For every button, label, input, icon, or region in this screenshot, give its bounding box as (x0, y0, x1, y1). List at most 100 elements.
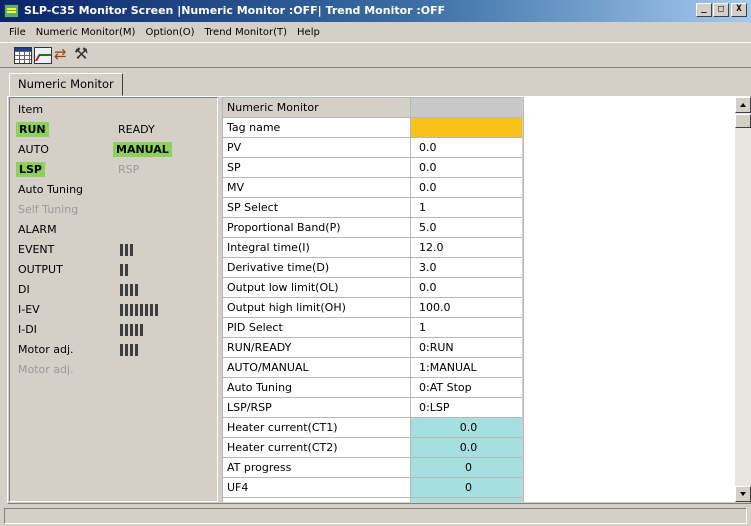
status-label: OUTPUT (18, 263, 63, 276)
table-row[interactable]: Integral time(I) 12.0 (222, 237, 522, 258)
scroll-up-button[interactable] (735, 97, 751, 113)
parameter-name: SP Select (222, 197, 411, 218)
parameter-value[interactable]: 1 (410, 317, 522, 338)
status-row: Motor adj. (10, 360, 215, 380)
table-row[interactable]: Auto Tuning 0:AT Stop (222, 377, 522, 398)
parameter-value[interactable]: 0:RUN (410, 337, 522, 358)
scroll-down-button[interactable] (735, 486, 751, 502)
bit-bar (125, 264, 128, 276)
parameter-name: RUN/READY (222, 337, 411, 358)
bit-bar (130, 244, 133, 256)
minimize-button[interactable]: _ (696, 3, 712, 17)
tab-numeric-monitor[interactable]: Numeric Monitor (9, 73, 123, 96)
menu-file[interactable]: File (4, 27, 31, 38)
status-label: RUN (16, 122, 49, 137)
table-row[interactable]: LSP/RSP 0:LSP (222, 397, 522, 418)
menu-bar: File Numeric Monitor(M) Option(O) Trend … (0, 22, 751, 42)
bit-bar (130, 304, 133, 316)
parameter-value[interactable]: 3.0 (410, 257, 522, 278)
parameter-value[interactable]: 0.0 (410, 137, 522, 158)
maximize-button[interactable]: □ (713, 3, 729, 17)
table-row[interactable]: Output high limit(OH) 100.0 (222, 297, 522, 318)
status-row: DI (10, 280, 215, 300)
table-row[interactable]: SP Select 1 (222, 197, 522, 218)
scroll-thumb[interactable] (735, 114, 751, 128)
parameter-value[interactable]: 0.0 (410, 417, 522, 438)
toolbar (0, 42, 751, 68)
parameter-value[interactable]: 0 (410, 457, 522, 478)
table-row[interactable]: PV 0.0 (222, 137, 522, 158)
tools-icon[interactable] (74, 44, 92, 64)
numeric-monitor-grid: Numeric Monitor Tag name PV 0.0 SP 0.0 MV 0.0 S… (222, 97, 522, 502)
parameter-value[interactable]: 1:MANUAL (410, 357, 522, 378)
bit-bar (125, 324, 128, 336)
table-row[interactable]: Heater current(CT1) 0.0 (222, 417, 522, 438)
parameter-value[interactable]: 0:AT Stop (410, 377, 522, 398)
menu-option[interactable]: Option(O) (140, 27, 199, 38)
table-row[interactable]: Tag name (222, 117, 522, 138)
bit-bar (120, 284, 123, 296)
parameter-name: UF4 (222, 477, 411, 498)
parameter-name: Heater current(CT1) (222, 417, 411, 438)
parameter-value[interactable] (410, 117, 522, 138)
table-row[interactable]: AUTO/MANUAL 1:MANUAL (222, 357, 522, 378)
parameter-value[interactable]: 100.0 (410, 297, 522, 318)
status-row: Self Tuning (10, 200, 215, 220)
close-button[interactable]: X (731, 3, 747, 17)
parameter-name: LSP/RSP (222, 397, 411, 418)
bit-bar (155, 304, 158, 316)
table-row[interactable]: UF4 0 (222, 477, 522, 498)
status-row: ALARM (10, 220, 215, 240)
parameter-value[interactable]: 0.0 (410, 177, 522, 198)
trend-chart-icon[interactable] (34, 47, 52, 64)
status-row: LSP RSP (10, 160, 215, 180)
status-label: DI (18, 283, 30, 296)
parameter-value[interactable]: 0:LSP (410, 397, 522, 418)
menu-help[interactable]: Help (292, 27, 325, 38)
bit-bar (130, 344, 133, 356)
status-bar (0, 505, 751, 526)
status-panel-header: Item (18, 103, 44, 116)
table-row[interactable]: SP 0.0 (222, 157, 522, 178)
table-row[interactable]: Proportional Band(P) 5.0 (222, 217, 522, 238)
parameter-value[interactable]: 1 (410, 197, 522, 218)
parameter-name: Output high limit(OH) (222, 297, 411, 318)
menu-trend-monitor[interactable]: Trend Monitor(T) (200, 27, 292, 38)
status-panel-header-row: Item (10, 100, 215, 120)
tab-strip: Numeric Monitor (0, 68, 751, 96)
status-row: EVENT (10, 240, 215, 260)
parameter-name: AT progress (222, 457, 411, 478)
table-row[interactable]: UF50 (222, 497, 522, 502)
parameter-name: Output low limit(OL) (222, 277, 411, 298)
parameter-value[interactable]: 0 (410, 477, 522, 498)
parameter-value[interactable]: 5.0 (410, 217, 522, 238)
parameter-value[interactable]: 0.0 (410, 157, 522, 178)
table-row[interactable]: Heater current(CT2) 0.0 (222, 437, 522, 458)
vertical-scrollbar[interactable] (735, 97, 751, 502)
numeric-grid-icon[interactable] (14, 47, 32, 64)
parameter-name: UF5 (222, 497, 411, 502)
bit-bar (135, 304, 138, 316)
table-row[interactable]: AT progress 0 (222, 457, 522, 478)
grid-header-label: Numeric Monitor (222, 97, 411, 118)
table-row[interactable]: Output low limit(OL) 0.0 (222, 277, 522, 298)
grid-header-value (410, 97, 522, 118)
parameter-value[interactable]: 0.0 (410, 437, 522, 458)
status-bit-indicator (120, 324, 145, 336)
table-row[interactable]: RUN/READY 0:RUN (222, 337, 522, 358)
menu-numeric-monitor[interactable]: Numeric Monitor(M) (31, 27, 141, 38)
status-label: LSP (16, 162, 45, 177)
status-label: Self Tuning (18, 203, 79, 216)
table-row[interactable]: MV 0.0 (222, 177, 522, 198)
status-panel: Item RUN READY AUTO MANUAL LSP RSP Auto Tuning… (9, 97, 218, 502)
status-label: Auto Tuning (18, 183, 84, 196)
bit-bar (135, 324, 138, 336)
communication-arrows-icon[interactable] (54, 45, 72, 64)
table-row[interactable]: Derivative time(D) 3.0 (222, 257, 522, 278)
parameter-name: Proportional Band(P) (222, 217, 411, 238)
parameter-value[interactable]: 0 (410, 497, 522, 502)
parameter-name: PV (222, 137, 411, 158)
table-row[interactable]: PID Select 1 (222, 317, 522, 338)
parameter-value[interactable]: 0.0 (410, 277, 522, 298)
parameter-value[interactable]: 12.0 (410, 237, 522, 258)
